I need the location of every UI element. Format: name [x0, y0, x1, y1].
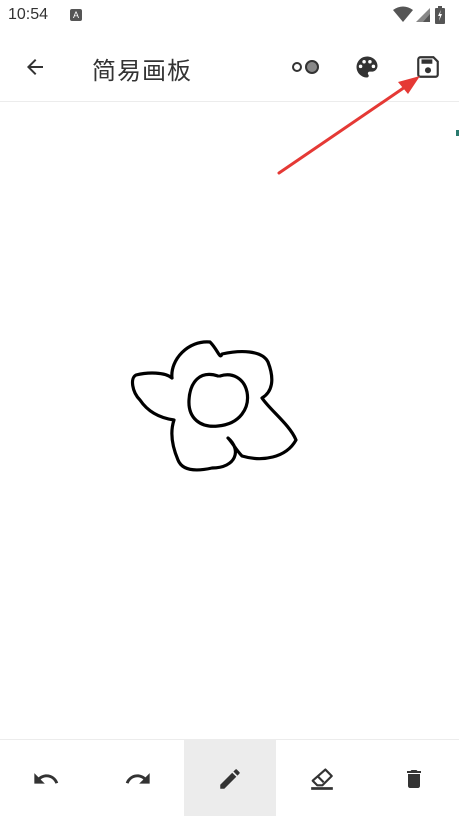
- notification-icon: A: [70, 9, 82, 21]
- status-icons: [393, 6, 453, 26]
- trash-icon: [407, 769, 421, 788]
- tool-bar: [0, 739, 459, 816]
- status-time: 10:54: [8, 6, 49, 23]
- drawn-stroke-outer: [130, 340, 298, 472]
- eraser-icon: [311, 767, 333, 790]
- save-button[interactable]: [405, 44, 451, 90]
- signal-icon: [416, 8, 430, 22]
- clear-canvas-button[interactable]: [368, 740, 459, 816]
- undo-icon: [34, 772, 59, 784]
- drawing-canvas[interactable]: [0, 103, 459, 739]
- stroke-size-button[interactable]: [283, 44, 329, 90]
- eraser-tool-button[interactable]: [276, 740, 368, 816]
- redo-button[interactable]: [92, 740, 184, 816]
- wifi-icon: [393, 6, 413, 22]
- redo-icon: [125, 772, 150, 784]
- pen-icon: [220, 768, 240, 789]
- status-bar: 10:54 A: [0, 0, 459, 32]
- back-arrow-icon: [27, 59, 43, 75]
- save-icon: [417, 56, 439, 78]
- battery-icon: [435, 6, 445, 24]
- app-toolbar: 简易画板: [0, 32, 459, 102]
- palette-button[interactable]: [344, 44, 390, 90]
- drawn-stroke-inner: [187, 372, 250, 428]
- palette-icon: [356, 56, 378, 78]
- pen-tool-button[interactable]: [184, 740, 276, 816]
- drawing-layer: [130, 340, 298, 472]
- page-title: 简易画板: [92, 57, 192, 85]
- back-button[interactable]: [12, 44, 58, 90]
- undo-button[interactable]: [0, 740, 92, 816]
- stroke-size-icon: [292, 60, 319, 74]
